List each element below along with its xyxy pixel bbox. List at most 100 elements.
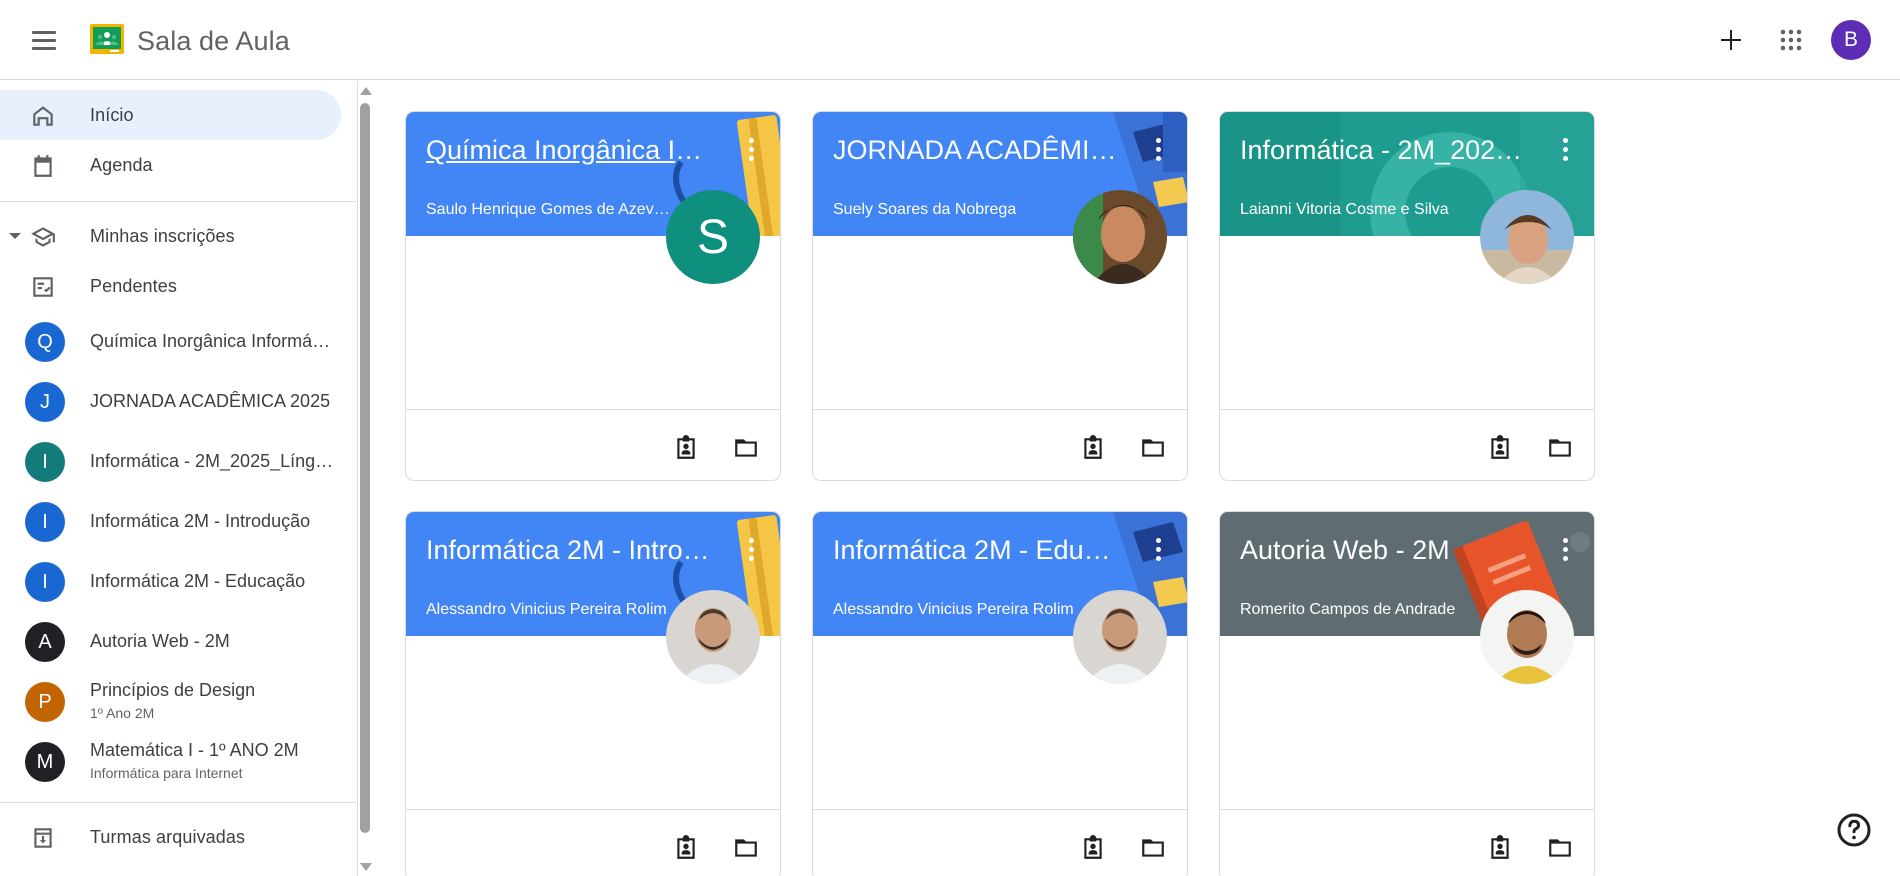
class-name: Informática - 2M_2025_Língua xyxy=(90,451,335,471)
more-vert-icon[interactable] xyxy=(1547,532,1583,568)
sidebar-class-item[interactable]: J JORNADA ACADÊMICA 2025 xyxy=(0,372,341,430)
apps-grid-icon[interactable] xyxy=(1771,20,1811,60)
class-avatar: A xyxy=(25,622,65,662)
sidebar-item-label: Início xyxy=(90,105,134,125)
card-teacher[interactable]: Romerito Campos de Andrade xyxy=(1240,601,1490,619)
more-vert-icon[interactable] xyxy=(1140,132,1176,168)
class-avatar: J xyxy=(25,382,65,422)
card-teacher[interactable]: Suely Soares da Nobrega xyxy=(833,201,1083,219)
class-name: JORNADA ACADÊMICA 2025 xyxy=(90,391,331,411)
sidebar-item-calendar[interactable]: Agenda xyxy=(0,140,341,190)
navigation-drawer: Início Agenda Minhas inscrições Pendente… xyxy=(0,81,358,876)
card-title[interactable]: Informática 2M - Educação xyxy=(833,530,1118,570)
card-teacher[interactable]: Laianni Vitoria Cosme e Silva xyxy=(1240,201,1490,219)
sidebar-class-item[interactable]: Q Química Inorgânica Informática xyxy=(0,312,341,370)
sidebar-item-label: Pendentes xyxy=(90,276,177,296)
folder-icon[interactable] xyxy=(1133,828,1173,868)
class-name: Autoria Web - 2M xyxy=(90,631,230,651)
sidebar-class-item[interactable]: M Matemática I - 1º ANO 2M Informática p… xyxy=(0,732,341,790)
more-vert-icon[interactable] xyxy=(1140,532,1176,568)
sidebar-class-item[interactable]: A Autoria Web - 2M xyxy=(0,612,341,670)
class-avatar: P xyxy=(25,682,65,722)
card-title[interactable]: Informática - 2M_2025_Língua xyxy=(1240,130,1525,170)
card-teacher[interactable]: Alessandro Vinicius Pereira Rolim xyxy=(833,601,1083,619)
teacher-avatar[interactable] xyxy=(1073,190,1167,284)
sidebar-class-item[interactable]: I Informática 2M - Introdução xyxy=(0,492,341,550)
hamburger-menu-icon[interactable] xyxy=(24,22,64,58)
teacher-avatar[interactable] xyxy=(1073,590,1167,684)
more-vert-icon[interactable] xyxy=(1547,132,1583,168)
sidebar-class-item[interactable]: P Princípios de Design 1º Ano 2M xyxy=(0,672,341,730)
checklist-icon xyxy=(33,277,53,297)
account-avatar[interactable]: B xyxy=(1831,20,1871,60)
archive-icon xyxy=(34,828,52,848)
sidebar-item-label: Minhas inscrições xyxy=(90,226,235,246)
scroll-up-arrow-icon[interactable] xyxy=(360,87,372,95)
card-teacher[interactable]: Alessandro Vinicius Pereira Rolim xyxy=(426,601,676,619)
class-card[interactable]: JORNADA ACADÊMICA 2025 Suely Soares da N… xyxy=(812,111,1188,481)
class-name: Informática 2M - Educação xyxy=(90,571,306,591)
assignment-ind-icon[interactable] xyxy=(1073,428,1113,468)
class-avatar: I xyxy=(25,502,65,542)
plus-icon[interactable] xyxy=(1711,20,1751,60)
sidebar-item-home[interactable]: Início xyxy=(0,90,341,140)
class-section: Informática para Internet xyxy=(90,765,243,781)
folder-icon[interactable] xyxy=(1540,828,1580,868)
sidebar-class-item[interactable]: I Informática - 2M_2025_Língua xyxy=(0,432,341,490)
teacher-avatar[interactable] xyxy=(1480,590,1574,684)
teacher-avatar[interactable]: S xyxy=(666,190,760,284)
app-title[interactable]: Sala de Aula xyxy=(137,24,290,58)
card-title[interactable]: Autoria Web - 2M xyxy=(1240,530,1525,570)
assignment-ind-icon[interactable] xyxy=(1480,828,1520,868)
folder-icon[interactable] xyxy=(726,428,766,468)
card-title[interactable]: Química Inorgânica Informática xyxy=(426,130,711,170)
assignment-ind-icon[interactable] xyxy=(1073,828,1113,868)
scroll-thumb[interactable] xyxy=(360,103,370,833)
card-title[interactable]: Informática 2M - Introdução xyxy=(426,530,711,570)
divider xyxy=(1220,409,1594,410)
teacher-avatar[interactable] xyxy=(1480,190,1574,284)
assignment-ind-icon[interactable] xyxy=(666,428,706,468)
class-card[interactable]: Química Inorgânica Informática Saulo Hen… xyxy=(405,111,781,481)
folder-icon[interactable] xyxy=(1540,428,1580,468)
class-avatar: M xyxy=(25,742,65,782)
class-card[interactable]: Informática 2M - Educação Alessandro Vin… xyxy=(812,511,1188,876)
class-name: Informática 2M - Introdução xyxy=(90,511,311,531)
home-icon xyxy=(33,106,53,126)
class-card[interactable]: Informática - 2M_2025_Língua Laianni Vit… xyxy=(1219,111,1595,481)
card-teacher[interactable]: Saulo Henrique Gomes de Azevedo xyxy=(426,201,676,219)
sidebar-item-label: Turmas arquivadas xyxy=(90,827,246,847)
sidebar-item-label: Agenda xyxy=(90,155,153,175)
teacher-avatar[interactable] xyxy=(666,590,760,684)
class-avatar: I xyxy=(25,562,65,602)
folder-icon[interactable] xyxy=(726,828,766,868)
help-circle-icon[interactable] xyxy=(1836,812,1872,848)
divider xyxy=(0,201,356,202)
divider xyxy=(406,809,780,810)
sidebar-scrollbar[interactable] xyxy=(358,81,372,876)
class-card[interactable]: Autoria Web - 2M Romerito Campos de Andr… xyxy=(1219,511,1595,876)
divider xyxy=(406,409,780,410)
assignment-ind-icon[interactable] xyxy=(666,828,706,868)
assignment-ind-icon[interactable] xyxy=(1480,428,1520,468)
divider xyxy=(813,409,1187,410)
class-name: Química Inorgânica Informática xyxy=(90,331,335,351)
chevron-down-icon[interactable] xyxy=(9,233,21,239)
more-vert-icon[interactable] xyxy=(733,132,769,168)
top-app-bar: Sala de Aula B xyxy=(0,0,1900,80)
class-avatar: Q xyxy=(25,322,65,362)
scroll-down-arrow-icon[interactable] xyxy=(360,863,372,871)
divider xyxy=(0,802,356,803)
sidebar-item-archived[interactable]: Turmas arquivadas xyxy=(0,812,341,862)
class-card[interactable]: Informática 2M - Introdução Alessandro V… xyxy=(405,511,781,876)
folder-icon[interactable] xyxy=(1133,428,1173,468)
sidebar-item-todo[interactable]: Pendentes xyxy=(0,261,341,311)
card-title[interactable]: JORNADA ACADÊMICA 2025 xyxy=(833,130,1118,170)
divider xyxy=(1220,809,1594,810)
sidebar-item-enrolled[interactable]: Minhas inscrições xyxy=(0,211,341,261)
more-vert-icon[interactable] xyxy=(733,532,769,568)
sidebar-class-item[interactable]: I Informática 2M - Educação xyxy=(0,552,341,610)
calendar-icon xyxy=(34,155,52,177)
classroom-logo-icon[interactable] xyxy=(90,24,124,54)
divider xyxy=(813,809,1187,810)
